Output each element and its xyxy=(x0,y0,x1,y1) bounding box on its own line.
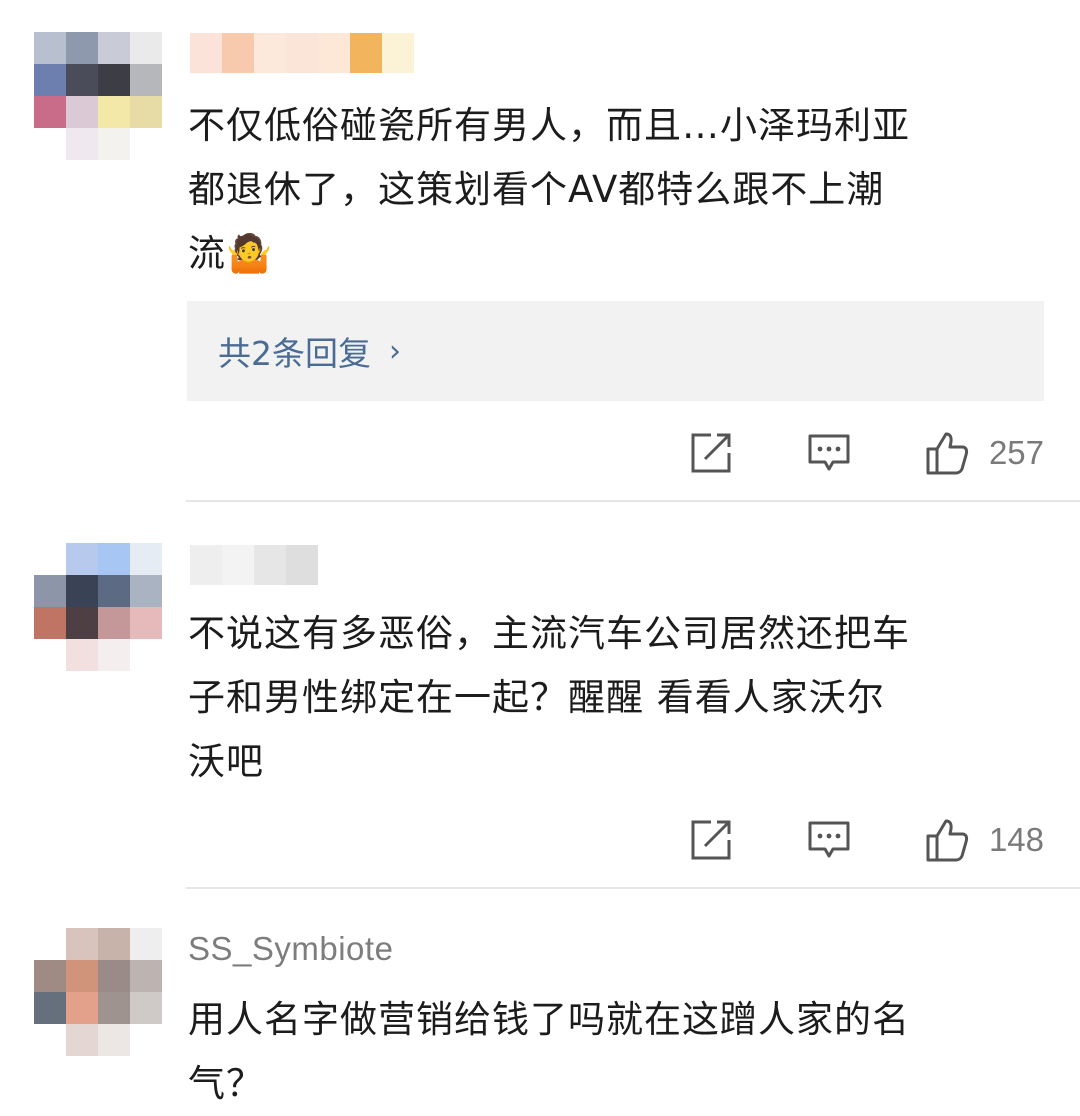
comment-item: SS_Symbiote 用人名字做营销给钱了吗就在这蹭人家的名 气？ xyxy=(0,0,1080,1105)
username[interactable]: SS_Symbiote xyxy=(188,930,393,968)
avatar[interactable] xyxy=(34,928,162,1056)
comment-text-line: 气？ xyxy=(188,1062,264,1105)
comment-text: 用人名字做营销给钱了吗就在这蹭人家的名 气？ xyxy=(188,988,1048,1116)
comment-text-line: 用人名字做营销给钱了吗就在这蹭人家的名 xyxy=(188,998,910,1041)
